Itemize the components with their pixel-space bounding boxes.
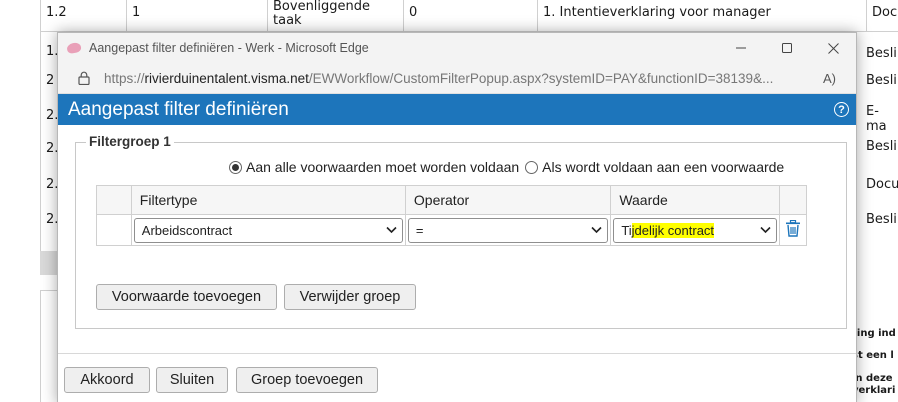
popup-window: Aangepast filter definiëren - Werk - Mic… (57, 32, 857, 402)
radio-all-conditions[interactable] (229, 160, 242, 174)
row-select-header (96, 185, 132, 215)
edge-logo-icon (66, 41, 82, 55)
dialog-header: Aangepast filter definiëren ? (58, 94, 856, 125)
filtertype-value: Arbeidscontract (141, 222, 233, 238)
add-group-button[interactable]: Groep toevoegen (236, 367, 378, 393)
row-action: Besli (866, 139, 897, 154)
close-button[interactable]: Sluiten (156, 367, 228, 393)
operator-value: = (415, 222, 424, 238)
row-action: Besli (866, 73, 897, 88)
column-filtertype: Filtertype (130, 185, 406, 215)
chevron-down-icon (386, 226, 397, 233)
filter-table-header: Filtertype Operator Waarde (96, 185, 807, 215)
address-bar[interactable]: https://rivierduinentalent.visma.net/EWW… (58, 63, 856, 94)
title-bar[interactable]: Aangepast filter definiëren - Werk - Mic… (58, 33, 856, 63)
divider (58, 353, 856, 354)
operator-cell: = (404, 214, 612, 246)
filtertype-cell: Arbeidscontract (130, 214, 406, 246)
side-text: verklari (852, 385, 896, 396)
row-action: E-ma (866, 104, 887, 134)
accept-button[interactable]: Akkoord (64, 367, 150, 393)
row-action: Docu (866, 177, 898, 192)
radio-any-condition[interactable] (525, 160, 539, 174)
cell-task-type: Bovenliggende taak (268, 0, 404, 31)
radio-all-label[interactable]: Aan alle voorwaarden moet worden voldaan (246, 159, 519, 175)
row-select-cell[interactable] (96, 214, 132, 246)
filter-group: Filtergroep 1 Aan alle voorwaarden moet … (75, 134, 847, 329)
filter-table: Filtertype Operator Waarde Arbeidscontra… (96, 185, 807, 246)
table-row[interactable]: 1.2 1 Bovenliggende taak 0 1. Intentieve… (40, 0, 898, 32)
waarde-cell: Tijdelijk contract (610, 214, 781, 246)
filtertype-select[interactable]: Arbeidscontract (133, 217, 403, 243)
maximize-icon (782, 43, 792, 53)
row-action: Besli (866, 212, 897, 227)
waarde-value: Tijdelijk contract (621, 222, 715, 238)
radio-any-label[interactable]: Als wordt voldaan aan een voorwaarde (542, 159, 784, 175)
maximize-button[interactable] (764, 33, 810, 63)
minimize-icon (736, 47, 746, 49)
cell-action: Docu (872, 5, 898, 20)
url-text[interactable]: https://rivierduinentalent.visma.net/EWW… (104, 71, 809, 86)
minimize-button[interactable] (718, 33, 764, 63)
add-condition-button[interactable]: Voorwaarde toevoegen (96, 284, 277, 310)
dialog-title: Aangepast filter definiëren (68, 98, 289, 120)
column-waarde: Waarde (610, 185, 781, 215)
lock-icon (78, 71, 90, 85)
side-text: st een l (852, 350, 894, 361)
cell-count: 0 (404, 0, 538, 31)
actions-cell (779, 214, 807, 246)
chevron-down-icon (760, 226, 771, 233)
column-actions (779, 185, 807, 215)
window-title: Aangepast filter definiëren - Werk - Mic… (89, 41, 369, 55)
help-icon[interactable]: ? (834, 102, 849, 117)
operator-select[interactable]: = (407, 217, 609, 243)
trash-icon[interactable] (785, 219, 801, 237)
filter-group-legend: Filtergroep 1 (86, 134, 174, 149)
match-mode-radios: Aan alle voorwaarden moet worden voldaan… (229, 159, 790, 175)
cell-number: 1.2 (41, 0, 127, 31)
cell-level: 1 (127, 0, 268, 31)
close-window-button[interactable] (810, 33, 856, 63)
row-number: 2 (46, 73, 55, 88)
cell-description: 1. Intentieverklaring voor manager (538, 0, 867, 31)
window-controls (718, 33, 856, 63)
divider (40, 290, 41, 402)
side-text: in deze (852, 373, 893, 384)
close-icon (827, 42, 839, 54)
waarde-select[interactable]: Tijdelijk contract (613, 217, 778, 243)
row-action: Besli (866, 46, 897, 61)
remove-group-button[interactable]: Verwijder groep (284, 284, 416, 310)
read-aloud-icon[interactable]: A) (823, 71, 836, 86)
side-text: ring ind (852, 328, 896, 339)
column-operator: Operator (404, 185, 612, 215)
chevron-down-icon (591, 226, 602, 233)
table-row: Arbeidscontract = Tijdelijk contract (96, 214, 807, 246)
